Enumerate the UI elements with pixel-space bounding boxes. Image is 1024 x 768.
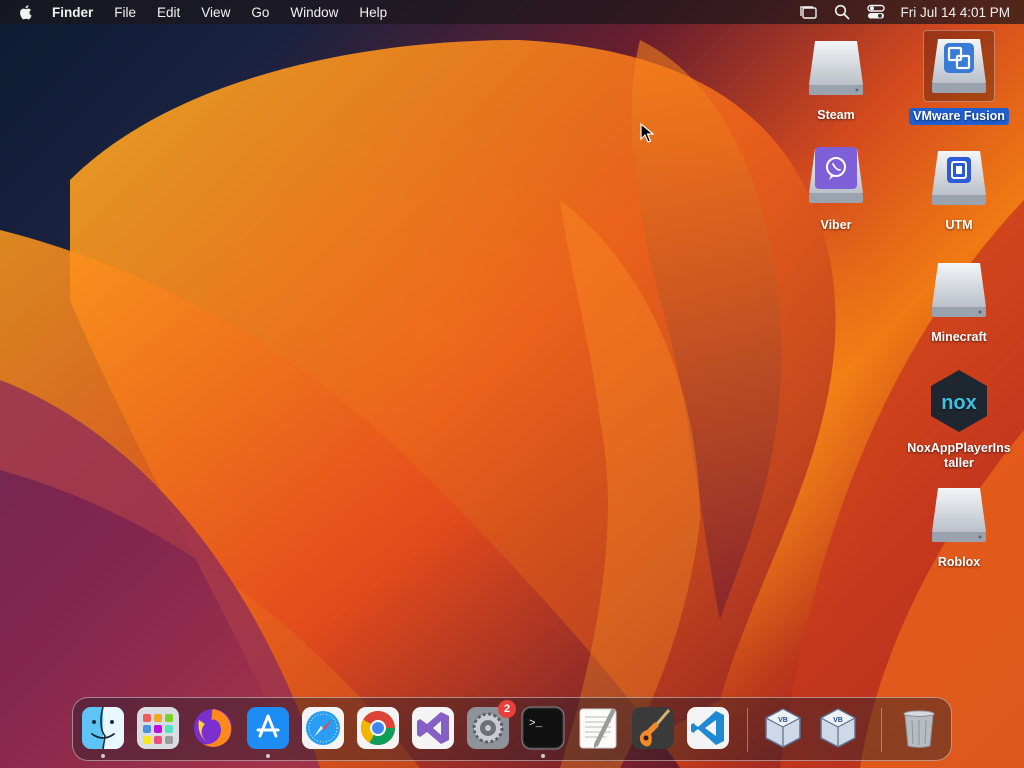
dock-item-app-store[interactable] xyxy=(246,706,290,758)
garageband-icon xyxy=(632,707,674,749)
dock-item-vscode[interactable] xyxy=(686,706,730,750)
menu-app-name[interactable]: Finder xyxy=(52,5,93,20)
dock-item-launchpad[interactable] xyxy=(136,706,180,750)
spotlight-search-icon[interactable] xyxy=(832,3,852,21)
desktop-icon-viber[interactable]: Viber xyxy=(780,145,892,234)
desktop-icon-label: UTM xyxy=(945,218,973,232)
drive-icon xyxy=(926,257,992,323)
menu-go[interactable]: Go xyxy=(251,5,269,20)
visual-studio-icon xyxy=(412,707,454,749)
dock-item-finder[interactable] xyxy=(81,706,125,758)
firefox-icon xyxy=(194,709,232,747)
app-store-icon xyxy=(247,707,289,749)
virtualbox-vm-icon: VB xyxy=(819,708,857,748)
dock-item-trash[interactable] xyxy=(897,706,941,750)
desktop-icon-utm[interactable]: UTM xyxy=(903,145,1015,234)
dock-item-firefox[interactable] xyxy=(191,706,235,750)
running-indicator xyxy=(266,754,270,758)
dock-item-chrome[interactable] xyxy=(356,706,400,750)
running-indicator xyxy=(101,754,105,758)
desktop-icon-label: Viber xyxy=(820,218,852,232)
dock-item-system-settings[interactable]: 2 xyxy=(466,700,516,750)
chrome-icon xyxy=(357,707,399,749)
mouse-cursor-icon xyxy=(640,123,654,143)
stage-manager-icon[interactable] xyxy=(798,3,818,21)
desktop-icon-label: Minecraft xyxy=(931,330,987,344)
dock-item-visual-studio[interactable] xyxy=(411,706,455,750)
desktop-icon-label: Roblox xyxy=(937,555,981,569)
desktop-icon-label: Steam xyxy=(817,108,855,122)
finder-icon xyxy=(82,706,124,750)
desktop-icon-label: VMware Fusion xyxy=(909,108,1009,125)
control-center-icon[interactable] xyxy=(866,3,886,21)
safari-icon xyxy=(302,707,344,749)
apple-icon[interactable] xyxy=(18,3,34,21)
menu-clock[interactable]: Fri Jul 14 4:01 PM xyxy=(900,5,1010,20)
nox-icon: nox xyxy=(926,368,992,434)
desktop-icon-roblox[interactable]: Roblox xyxy=(903,482,1015,571)
desktop-icon-steam[interactable]: Steam xyxy=(780,35,892,124)
desktop-icon-minecraft[interactable]: Minecraft xyxy=(903,257,1015,346)
nox-logo-text: nox xyxy=(941,392,977,414)
vmware-drive-icon xyxy=(923,30,995,102)
launchpad-icon xyxy=(137,707,179,749)
desktop-icon-label: NoxAppPlayerInstaller xyxy=(907,441,1011,470)
terminal-prompt-text: >_ xyxy=(529,718,543,730)
textedit-icon xyxy=(579,708,617,749)
drive-icon xyxy=(803,35,869,101)
terminal-icon: >_ xyxy=(521,706,565,750)
menu-view[interactable]: View xyxy=(201,5,230,20)
menu-window[interactable]: Window xyxy=(290,5,338,20)
menu-edit[interactable]: Edit xyxy=(157,5,180,20)
dock-item-garageband[interactable] xyxy=(631,706,675,750)
menu-extras: Fri Jul 14 4:01 PM xyxy=(784,3,1010,21)
running-indicator xyxy=(541,754,545,758)
utm-drive-icon xyxy=(926,145,992,211)
desktop-icon-vmware-fusion[interactable]: VMware Fusion xyxy=(903,30,1015,125)
dock-separator xyxy=(881,708,882,752)
dock-item-virtualbox[interactable]: VB xyxy=(761,706,805,750)
vscode-icon xyxy=(687,707,729,749)
dock-separator xyxy=(747,708,748,752)
drive-icon xyxy=(926,482,992,548)
dock-item-terminal[interactable]: >_ xyxy=(521,706,565,758)
menu-file[interactable]: File xyxy=(114,5,136,20)
trash-icon xyxy=(903,710,935,748)
virtualbox-icon: VB xyxy=(764,708,802,748)
menu-bar: Finder File Edit View Go Window Help Fri… xyxy=(0,0,1024,24)
dock-item-safari[interactable] xyxy=(301,706,345,750)
dock-item-virtualbox-vm[interactable]: VB xyxy=(816,706,860,750)
dock: 2 >_ VB VB xyxy=(72,697,952,761)
viber-drive-icon xyxy=(803,145,869,211)
notification-badge: 2 xyxy=(498,700,516,718)
dock-item-textedit[interactable] xyxy=(576,706,620,750)
svg-text:VB: VB xyxy=(833,717,843,724)
svg-text:VB: VB xyxy=(778,717,788,724)
desktop-icon-noxappplayerinstaller[interactable]: nox NoxAppPlayerInstaller xyxy=(903,368,1015,472)
menu-help[interactable]: Help xyxy=(359,5,387,20)
